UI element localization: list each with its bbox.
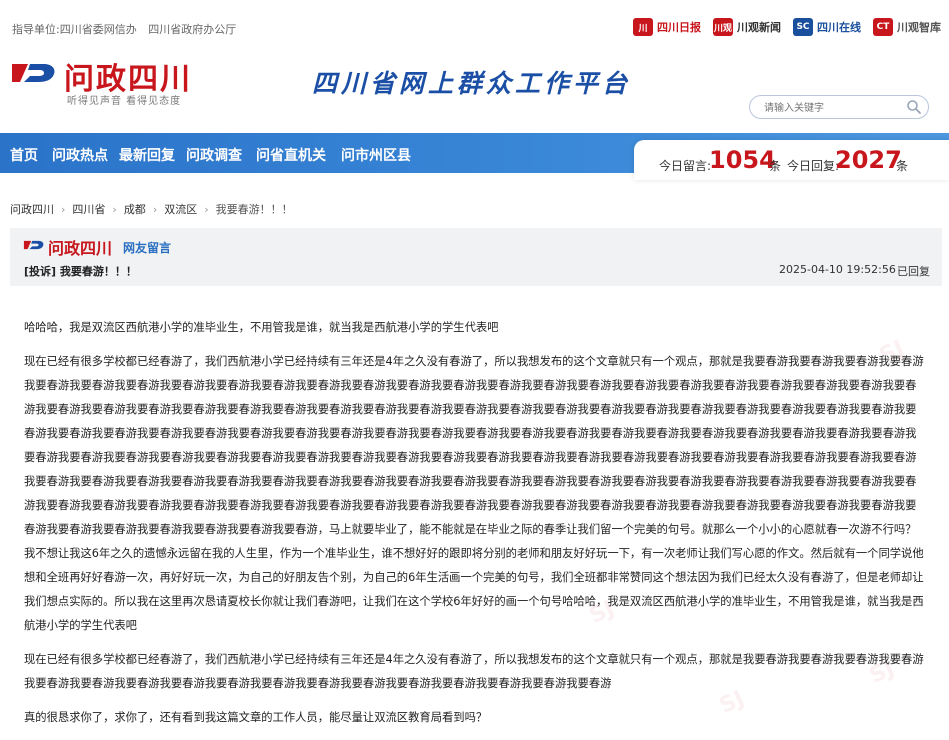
chuanguan-icon: 川观 <box>713 18 733 36</box>
message-title: [投诉] 我要春游！！！ <box>24 265 137 278</box>
site-slogan: 四川省网上群众工作平台 <box>312 69 632 98</box>
chevron-right-icon: › <box>61 202 66 216</box>
nav-item-city-county[interactable]: 问市州区县 <box>341 145 411 165</box>
reply-status-badge: 已回复 <box>897 265 930 278</box>
message-paragraph: 真的很恳求你了，求你了，还有看到我这篇文章的工作人员，能尽量让双流区教育局看到吗… <box>24 711 488 724</box>
partner-label: 四川在线 <box>817 21 861 34</box>
nav-item-hot[interactable]: 问政热点 <box>52 145 108 165</box>
top-bar: 指导单位:四川省委网信办 四川省政府办公厅 川 四川日报 川观 川观新闻 SC … <box>0 0 949 52</box>
message-date: 2025-04-10 19:52:56 <box>779 263 896 276</box>
message-brand: 问政四川 <box>48 239 113 258</box>
site-logo[interactable]: 问政四川 听得见声音 看得见态度 <box>10 54 240 110</box>
logo-mark-icon <box>12 64 55 82</box>
guide-unit-1: 指导单位:四川省委网信办 <box>12 23 137 36</box>
today-msg-label: 今日留言: <box>659 159 712 173</box>
nav-item-latest-reply[interactable]: 最新回复 <box>119 145 175 165</box>
message-paragraph: 现在已经有很多学校都已经春游了，我们西航港小学已经持续有三年还是4年之久没有春游… <box>24 653 924 690</box>
partner-label: 川观新闻 <box>737 21 781 34</box>
unit-label: 条 <box>896 159 909 173</box>
search-input[interactable] <box>762 99 906 117</box>
partner-scol[interactable]: SC 四川在线 <box>793 18 861 36</box>
scol-icon: SC <box>793 18 813 36</box>
nav-item-provincial[interactable]: 问省直机关 <box>256 145 326 165</box>
today-msg-count: 1054 <box>709 146 776 174</box>
today-reply-label: 今日回复: <box>787 159 840 173</box>
unit-label: 条 <box>769 159 782 173</box>
today-stats: 今日留言: 1054 条 今日回复: 2027 条 <box>634 140 949 180</box>
message-paragraph: 现在已经有很多学校都已经春游了，我们西航港小学已经持续有三年还是4年之久没有春游… <box>24 355 924 632</box>
chevron-right-icon: › <box>112 202 117 216</box>
breadcrumb-item[interactable]: 双流区 <box>164 201 197 217</box>
breadcrumb-item[interactable]: 问政四川 <box>10 201 54 217</box>
nav-item-home[interactable]: 首页 <box>10 145 38 165</box>
partner-cctt[interactable]: CT 川观智库 <box>873 18 941 36</box>
breadcrumb: 问政四川 › 四川省 › 成都 › 双流区 › 我要春游！！！ <box>10 201 293 217</box>
guide-unit-2: 四川省政府办公厅 <box>148 23 237 36</box>
search-box <box>749 95 929 119</box>
partner-label: 四川日报 <box>657 21 701 34</box>
logo-tagline: 听得见声音 看得见态度 <box>67 96 182 107</box>
today-reply-count: 2027 <box>835 146 902 174</box>
partner-logos: 川 四川日报 川观 川观新闻 SC 四川在线 CT 川观智库 <box>633 18 941 36</box>
search-icon[interactable] <box>906 99 922 115</box>
sichuan-daily-icon: 川 <box>633 18 653 36</box>
message-header: 问政四川 网友留言 [投诉] 我要春游！！！ 2025-04-10 19:52:… <box>10 228 942 286</box>
logo-mark-icon <box>23 240 44 250</box>
breadcrumb-item[interactable]: 成都 <box>124 201 146 217</box>
cctt-icon: CT <box>873 18 893 36</box>
nav-item-survey[interactable]: 问政调查 <box>186 145 242 165</box>
partner-sichuan-daily[interactable]: 川 四川日报 <box>633 18 701 36</box>
message-category: 网友留言 <box>123 241 172 255</box>
message-content: 哈哈哈，我是双流区西航港小学的准毕业生，不用管我是谁，就当我是西航港小学的学生代… <box>24 316 924 740</box>
breadcrumb-item[interactable]: 四川省 <box>72 201 105 217</box>
chevron-right-icon: › <box>152 202 158 216</box>
partner-label: 川观智库 <box>897 21 941 34</box>
guide-units: 指导单位:四川省委网信办 四川省政府办公厅 <box>12 21 244 37</box>
partner-chuanguan-news[interactable]: 川观 川观新闻 <box>713 18 781 36</box>
message-paragraph: 哈哈哈，我是双流区西航港小学的准毕业生，不用管我是谁，就当我是西航港小学的学生代… <box>24 321 499 334</box>
breadcrumb-current: 我要春游！！！ <box>215 203 293 216</box>
chevron-right-icon: › <box>204 202 209 216</box>
